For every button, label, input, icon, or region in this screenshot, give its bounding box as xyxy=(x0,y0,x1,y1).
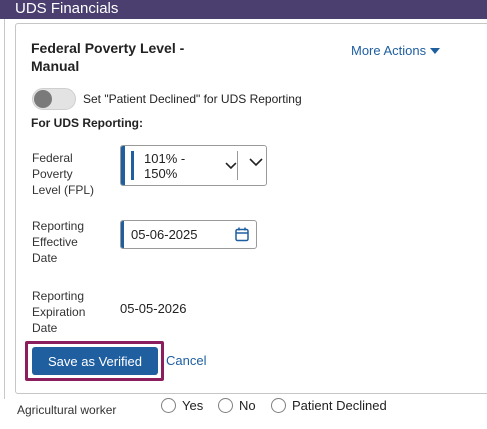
effective-date-input[interactable]: 05-06-2025 xyxy=(120,220,257,249)
card-title: Federal Poverty Level - Manual xyxy=(31,40,185,74)
radio-option-no[interactable]: No xyxy=(218,398,256,413)
left-divider xyxy=(4,19,5,399)
fpl-select[interactable]: 101% - 150% xyxy=(120,145,267,186)
section-header: UDS Financials xyxy=(0,0,487,19)
more-actions-label: More Actions xyxy=(351,43,427,58)
radio-label: Patient Declined xyxy=(292,398,387,413)
effective-date-value: 05-06-2025 xyxy=(131,227,198,242)
toggle-knob xyxy=(34,90,52,108)
chevron-down-icon xyxy=(225,161,237,169)
chevron-down-icon xyxy=(249,158,263,167)
fpl-selected-value: 101% - 150% xyxy=(144,150,186,181)
agricultural-worker-label: Agricultural worker xyxy=(17,403,117,417)
cancel-link[interactable]: Cancel xyxy=(166,353,206,368)
section-title: UDS Financials xyxy=(15,0,119,17)
patient-declined-toggle[interactable] xyxy=(32,88,76,110)
radio-option-patient-declined[interactable]: Patient Declined xyxy=(271,398,387,413)
fpl-card xyxy=(15,23,487,394)
radio-label: No xyxy=(239,398,256,413)
radio-label: Yes xyxy=(182,398,204,413)
radio-circle[interactable] xyxy=(218,398,233,413)
radio-option-yes[interactable]: Yes xyxy=(161,398,203,413)
expiration-date-label: Reporting Expiration Date xyxy=(32,289,86,335)
more-actions-button[interactable]: More Actions xyxy=(351,43,441,58)
toggle-label: Set "Patient Declined" for UDS Reporting xyxy=(83,92,302,106)
fpl-label: Federal Poverty Level (FPL) xyxy=(32,151,95,197)
radio-circle[interactable] xyxy=(271,398,286,413)
caret-down-icon xyxy=(430,48,441,54)
uds-reporting-heading: For UDS Reporting: xyxy=(31,116,143,130)
required-indicator xyxy=(121,221,124,248)
calendar-icon[interactable] xyxy=(235,227,249,242)
save-as-verified-button[interactable]: Save as Verified xyxy=(32,347,158,375)
required-indicator xyxy=(121,146,125,185)
expiration-date-value: 05-05-2026 xyxy=(120,301,187,316)
effective-date-label: Reporting Effective Date xyxy=(32,219,85,265)
fpl-inner-select[interactable]: 101% - 150% xyxy=(131,150,238,181)
radio-circle[interactable] xyxy=(161,398,176,413)
